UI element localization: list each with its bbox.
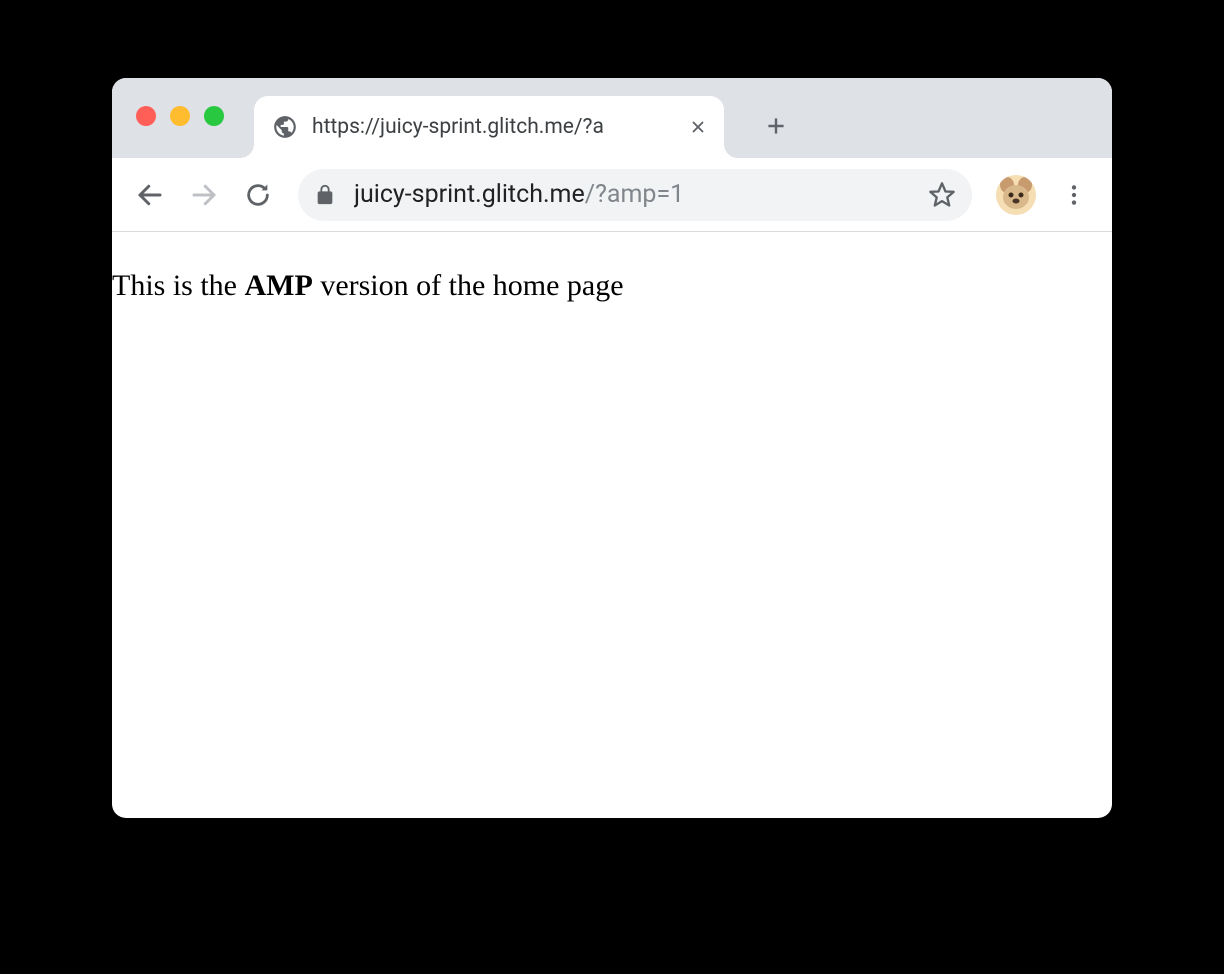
- url-host: juicy-sprint.glitch.me: [354, 180, 585, 209]
- back-button[interactable]: [128, 173, 172, 217]
- browser-tab[interactable]: https://juicy-sprint.glitch.me/?a: [254, 96, 724, 158]
- address-bar[interactable]: juicy-sprint.glitch.me/?amp=1: [298, 169, 972, 221]
- content-text-before: This is the: [112, 269, 245, 302]
- lock-icon: [314, 184, 336, 206]
- toolbar: juicy-sprint.glitch.me/?amp=1: [112, 158, 1112, 232]
- window-controls: [112, 78, 224, 126]
- globe-icon: [272, 114, 298, 140]
- titlebar: https://juicy-sprint.glitch.me/?a: [112, 78, 1112, 158]
- window-minimize-button[interactable]: [170, 106, 190, 126]
- more-vertical-icon: [1061, 182, 1087, 208]
- new-tab-button[interactable]: [754, 104, 798, 148]
- url-text: juicy-sprint.glitch.me/?amp=1: [354, 180, 916, 209]
- reload-button[interactable]: [236, 173, 280, 217]
- avatar-icon: [996, 175, 1036, 215]
- window-maximize-button[interactable]: [204, 106, 224, 126]
- menu-button[interactable]: [1052, 173, 1096, 217]
- star-icon: [928, 181, 956, 209]
- page-content: This is the AMP version of the home page: [112, 232, 1112, 305]
- tab-strip: https://juicy-sprint.glitch.me/?a: [254, 78, 798, 158]
- content-bold: AMP: [245, 269, 313, 302]
- browser-window: https://juicy-sprint.glitch.me/?a: [112, 78, 1112, 818]
- plus-icon: [763, 113, 789, 139]
- profile-avatar[interactable]: [996, 175, 1036, 215]
- content-text-after: version of the home page: [313, 269, 624, 302]
- url-path: /?amp=1: [585, 180, 684, 209]
- close-icon: [688, 117, 708, 137]
- window-close-button[interactable]: [136, 106, 156, 126]
- tab-title: https://juicy-sprint.glitch.me/?a: [312, 115, 678, 139]
- bookmark-button[interactable]: [928, 181, 956, 209]
- tab-close-button[interactable]: [686, 115, 710, 139]
- forward-button[interactable]: [182, 173, 226, 217]
- arrow-right-icon: [189, 180, 219, 210]
- arrow-left-icon: [135, 180, 165, 210]
- reload-icon: [244, 181, 272, 209]
